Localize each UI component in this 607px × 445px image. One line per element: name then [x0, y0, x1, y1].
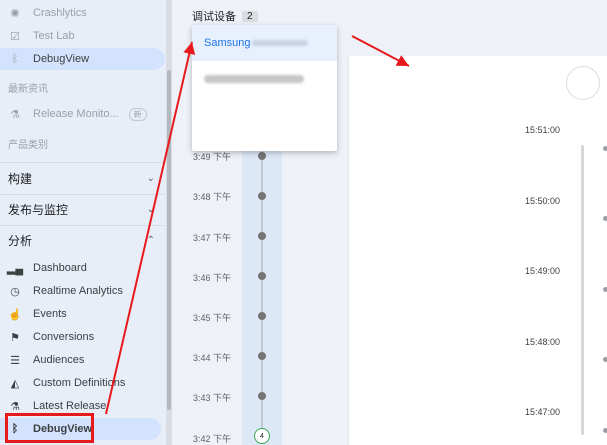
annotation-arrow [351, 35, 410, 67]
annotation-highlight-box [5, 413, 94, 443]
annotation-arrows [105, 35, 410, 415]
annotation-arrow [105, 41, 196, 415]
